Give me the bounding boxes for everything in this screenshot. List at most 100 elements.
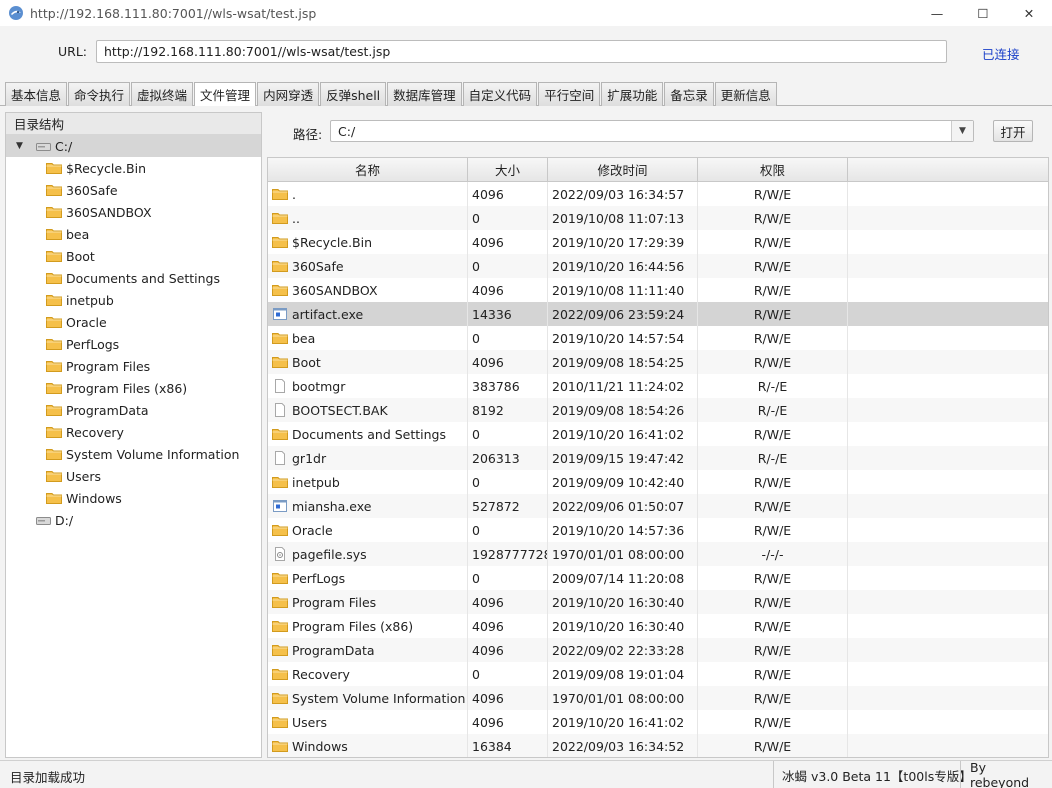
cell-size: 0 [468,566,548,590]
tree-body: ▼ C:/ $Recycle.Bin 360Safe 360SANDBOX bea Boot… [6,135,261,531]
folder-icon [272,573,288,584]
cell-permission: R/W/E [698,614,848,638]
expand-arrow-icon[interactable]: ▼ [16,141,28,151]
tree-folder-row[interactable]: Windows [6,487,261,509]
file-name: ProgramData [292,642,375,658]
tab-10[interactable]: 备忘录 [664,82,714,106]
table-body: . 4096 2022/09/03 16:34:57 R/W/E.. 0 2019/10/… [268,182,1048,757]
tree-folder-row[interactable]: bea [6,223,261,245]
table-row[interactable]: Users 4096 2019/10/20 16:41:02 R/W/E [268,710,1048,734]
tree-folder-label: Users [66,468,102,484]
cell-filler [848,278,1048,302]
table-row[interactable]: Documents and Settings 0 2019/10/20 16:41:… [268,422,1048,446]
tab-11[interactable]: 更新信息 [714,82,777,106]
table-row[interactable]: BOOTSECT.BAK 8192 2019/09/08 18:54:26 R/-/E [268,398,1048,422]
cell-size: 14336 [468,302,548,326]
tree-header: 目录结构 [6,113,261,135]
table-row[interactable]: . 4096 2022/09/03 16:34:57 R/W/E [268,182,1048,206]
tree-folder-label: inetpub [66,292,114,308]
executable-icon [273,500,287,512]
minimize-button[interactable]: — [914,0,960,26]
table-row[interactable]: bootmgr 383786 2010/11/21 11:24:02 R/-/E [268,374,1048,398]
connection-status-link[interactable]: 已连接 [982,44,1020,63]
cell-modified-time: 2019/09/15 19:47:42 [548,446,698,470]
open-button[interactable]: 打开 [993,120,1033,142]
tree-folder-row[interactable]: System Volume Information [6,443,261,465]
maximize-button[interactable]: ☐ [960,0,1006,26]
drive-icon [36,517,51,525]
table-row[interactable]: PerfLogs 0 2009/07/14 11:20:08 R/W/E [268,566,1048,590]
path-combobox[interactable]: C:/ ▼ [330,120,974,142]
table-row[interactable]: Boot 4096 2019/09/08 18:54:25 R/W/E [268,350,1048,374]
tree-folder-row[interactable]: Program Files [6,355,261,377]
tree-folder-row[interactable]: Users [6,465,261,487]
table-row[interactable]: pagefile.sys 1928777728 1970/01/01 08:00:0… [268,542,1048,566]
tree-folder-row[interactable]: Boot [6,245,261,267]
table-row[interactable]: inetpub 0 2019/09/09 10:42:40 R/W/E [268,470,1048,494]
cell-filler [848,422,1048,446]
tree-folder-row[interactable]: Recovery [6,421,261,443]
file-icon [275,451,285,465]
tab-1[interactable]: 命令执行 [68,82,131,106]
table-row[interactable]: Oracle 0 2019/10/20 14:57:36 R/W/E [268,518,1048,542]
dropdown-arrow-icon[interactable]: ▼ [951,121,973,141]
tree-drive-row[interactable]: ▼ C:/ [6,135,261,157]
tree-folder-row[interactable]: PerfLogs [6,333,261,355]
tab-0[interactable]: 基本信息 [5,82,68,106]
table-row[interactable]: Program Files 4096 2019/10/20 16:30:40 R/W/… [268,590,1048,614]
cell-filler [848,494,1048,518]
table-row[interactable]: bea 0 2019/10/20 14:57:54 R/W/E [268,326,1048,350]
tree-folder-row[interactable]: $Recycle.Bin [6,157,261,179]
table-row[interactable]: System Volume Information 4096 1970/01/01 … [268,686,1048,710]
path-bar: 路径: C:/ ▼ 打开 [268,118,1048,144]
cell-name: . [268,182,468,206]
file-name: Documents and Settings [292,426,447,442]
column-header-name[interactable]: 名称 [268,158,468,181]
table-row[interactable]: ProgramData 4096 2022/09/02 22:33:28 R/W/E [268,638,1048,662]
tree-folder-row[interactable]: inetpub [6,289,261,311]
folder-icon [272,357,288,368]
tab-3[interactable]: 文件管理 [194,82,257,106]
column-header-time[interactable]: 修改时间 [548,158,698,181]
tree-folder-label: Windows [66,490,122,506]
table-row[interactable]: Program Files (x86) 4096 2019/10/20 16:30:… [268,614,1048,638]
column-header-permission[interactable]: 权限 [698,158,848,181]
tab-6[interactable]: 数据库管理 [387,82,462,106]
tab-5[interactable]: 反弹shell [320,82,387,106]
tree-folder-label: Recovery [66,424,124,440]
tree-drive-row[interactable]: D:/ [6,509,261,531]
tree-folder-row[interactable]: 360SANDBOX [6,201,261,223]
tree-folder-label: Documents and Settings [66,270,221,286]
file-name: Program Files (x86) [292,618,414,634]
table-row[interactable]: gr1dr 206313 2019/09/15 19:47:42 R/-/E [268,446,1048,470]
table-row[interactable]: Windows 16384 2022/09/03 16:34:52 R/W/E [268,734,1048,757]
file-name: System Volume Information [292,690,466,706]
tab-8[interactable]: 平行空间 [538,82,601,106]
tree-folder-row[interactable]: Program Files (x86) [6,377,261,399]
table-row[interactable]: $Recycle.Bin 4096 2019/10/20 17:29:39 R/W/E [268,230,1048,254]
table-row[interactable]: artifact.exe 14336 2022/09/06 23:59:24 R/W/… [268,302,1048,326]
tree-folder-row[interactable]: ProgramData [6,399,261,421]
tree-folder-row[interactable]: Oracle [6,311,261,333]
cell-name: Users [268,710,468,734]
table-row[interactable]: miansha.exe 527872 2022/09/06 01:50:07 R/W/… [268,494,1048,518]
column-header-size[interactable]: 大小 [468,158,548,181]
cell-filler [848,302,1048,326]
tree-folder-row[interactable]: 360Safe [6,179,261,201]
folder-icon [46,163,62,174]
table-row[interactable]: .. 0 2019/10/08 11:07:13 R/W/E [268,206,1048,230]
tree-folder-row[interactable]: Documents and Settings [6,267,261,289]
file-name: artifact.exe [292,306,364,322]
table-row[interactable]: 360SANDBOX 4096 2019/10/08 11:11:40 R/W/E [268,278,1048,302]
table-row[interactable]: Recovery 0 2019/09/08 19:01:04 R/W/E [268,662,1048,686]
tab-9[interactable]: 扩展功能 [601,82,664,106]
tab-4[interactable]: 内网穿透 [257,82,320,106]
close-button[interactable]: ✕ [1006,0,1052,26]
cell-permission: R/W/E [698,470,848,494]
tab-2[interactable]: 虚拟终端 [131,82,194,106]
table-row[interactable]: 360Safe 0 2019/10/20 16:44:56 R/W/E [268,254,1048,278]
tab-7[interactable]: 自定义代码 [462,82,538,106]
file-icon [275,403,285,417]
cell-permission: R/W/E [698,710,848,734]
url-input[interactable] [96,40,947,63]
